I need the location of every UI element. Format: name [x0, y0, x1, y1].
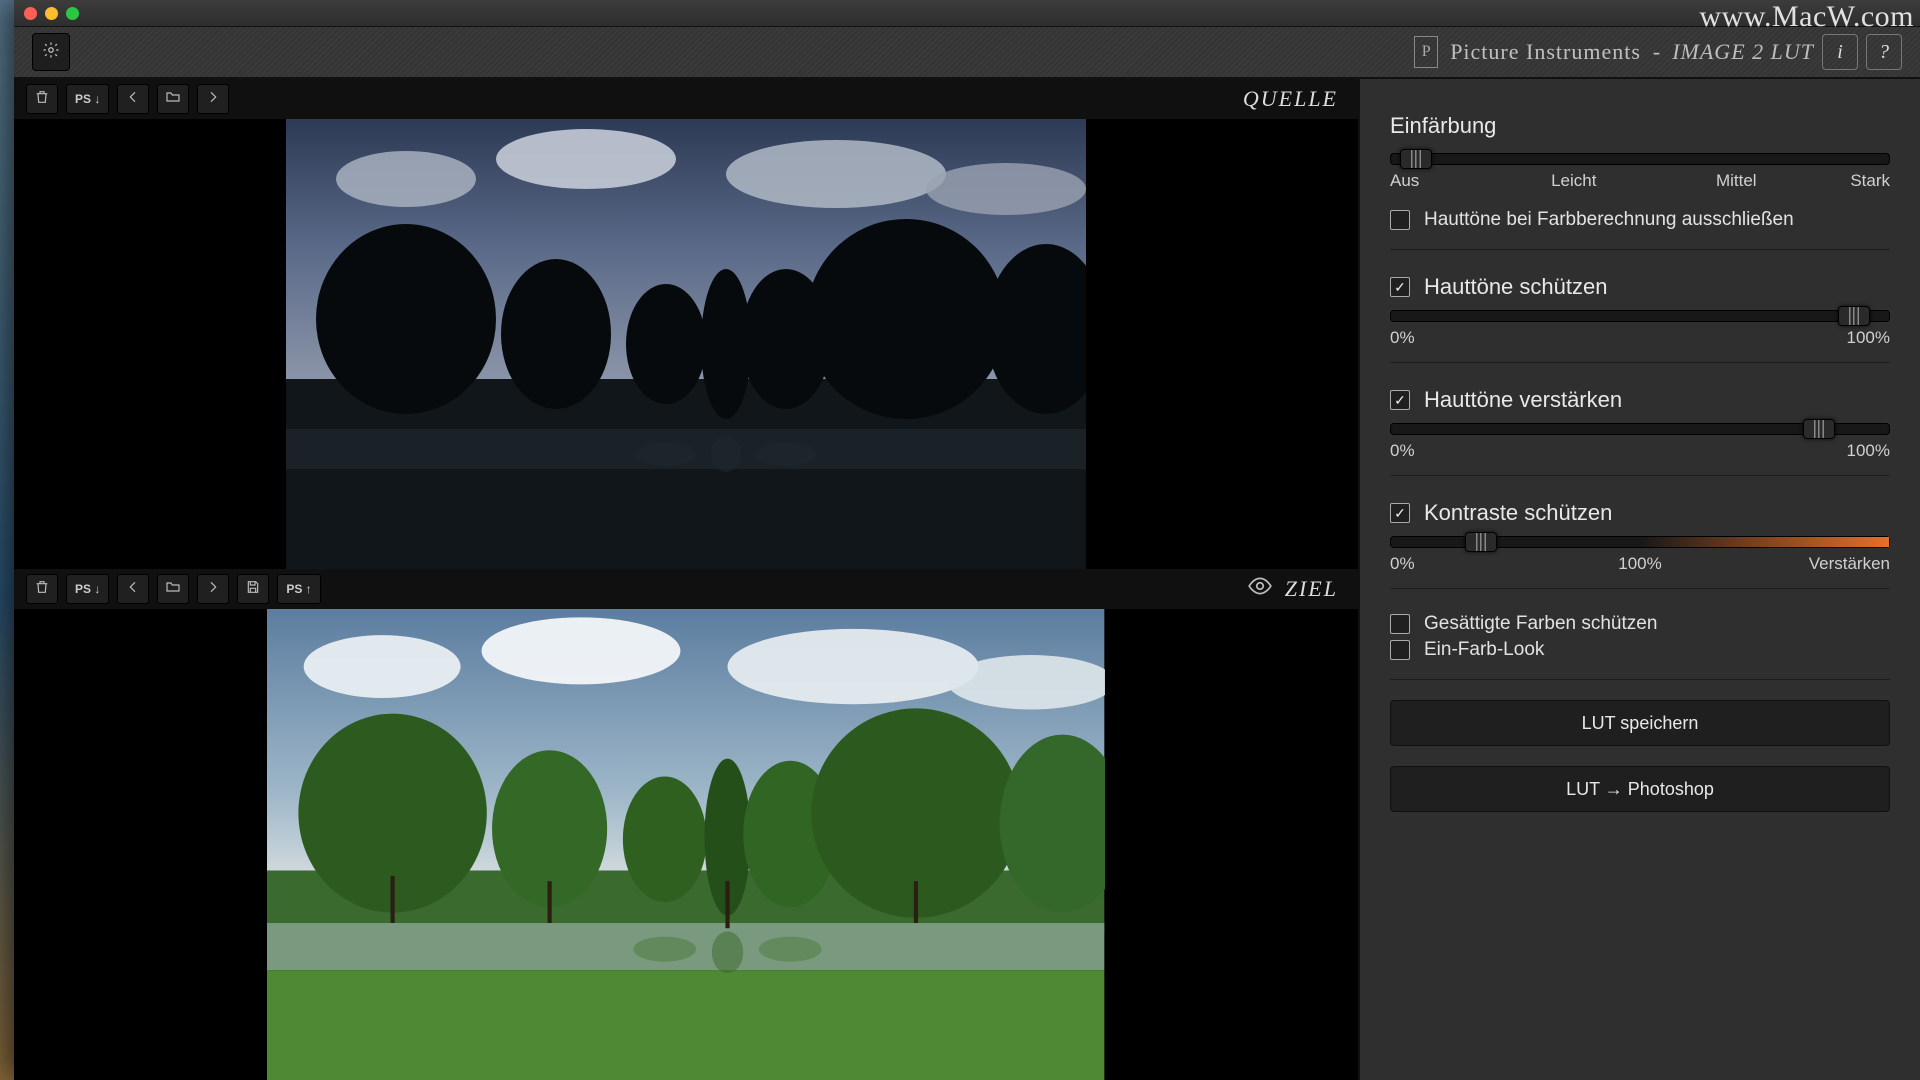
- exclude-skintones-label: Hauttöne bei Farbberechnung ausschließen: [1424, 209, 1794, 231]
- protect-saturated-label: Gesättigte Farben schützen: [1424, 613, 1657, 635]
- one-color-look-checkbox[interactable]: [1390, 640, 1410, 660]
- info-button[interactable]: i: [1822, 34, 1858, 70]
- slider-thumb-icon[interactable]: [1400, 149, 1432, 169]
- slider-thumb-icon[interactable]: [1838, 306, 1870, 326]
- target-open-button[interactable]: [157, 574, 189, 604]
- brand-product: image 2 lut: [1672, 39, 1814, 65]
- extra-options-group: Gesättigte Farben schützen Ein-Farb-Look: [1390, 595, 1890, 680]
- close-window-button[interactable]: [24, 7, 37, 20]
- target-to-photoshop-button[interactable]: PS ↑: [277, 574, 320, 604]
- target-image: [14, 609, 1358, 1080]
- app-window: www.MacW.com P Picture Instruments - ima…: [14, 0, 1920, 1080]
- target-title: Ziel: [1285, 576, 1338, 602]
- target-next-button[interactable]: [197, 574, 229, 604]
- boost-skin-group: Hauttöne verstärken 0% 100%: [1390, 369, 1890, 476]
- folder-icon: [165, 89, 181, 110]
- source-from-photoshop-button[interactable]: PS ↓: [66, 84, 109, 114]
- contrast-group: Kontraste schützen 0% 100% Verstärken: [1390, 482, 1890, 589]
- target-toolbar: PS ↓ PS ↑ Ziel: [14, 569, 1358, 609]
- brand-logo-icon: P: [1414, 36, 1438, 68]
- target-prev-button[interactable]: [117, 574, 149, 604]
- main-toolbar: P Picture Instruments - image 2 lut i ?: [14, 27, 1920, 79]
- source-open-button[interactable]: [157, 84, 189, 114]
- boost-skin-min: 0%: [1390, 441, 1415, 461]
- slider-thumb-icon[interactable]: [1465, 532, 1497, 552]
- traffic-lights: [24, 7, 79, 20]
- preview-toggle-button[interactable]: [1247, 573, 1273, 605]
- tint-slider-labels: Aus Leicht Mittel Stark: [1390, 171, 1890, 191]
- source-clear-button[interactable]: [26, 84, 58, 114]
- lut-to-photoshop-button[interactable]: LUT → Photoshop: [1390, 766, 1890, 812]
- contrast-mid: 100%: [1618, 554, 1661, 574]
- chevron-left-icon: [125, 579, 141, 600]
- save-icon: [245, 579, 261, 600]
- tint-label-strong: Stark: [1788, 171, 1891, 191]
- gear-icon: [42, 41, 60, 64]
- source-toolbar: PS ↓ Quelle: [14, 79, 1358, 119]
- boost-skin-title: Hauttöne verstärken: [1424, 387, 1622, 413]
- brand-sep: -: [1653, 39, 1660, 65]
- target-clear-button[interactable]: [26, 574, 58, 604]
- maximize-window-button[interactable]: [66, 7, 79, 20]
- contrast-max: Verstärken: [1809, 554, 1890, 574]
- source-prev-button[interactable]: [117, 84, 149, 114]
- sidebar: Einfärbung Aus Leicht Mittel Stark Hautt…: [1358, 79, 1920, 1080]
- exclude-skintones-checkbox[interactable]: [1390, 210, 1410, 230]
- trash-icon: [34, 579, 50, 600]
- boost-skin-checkbox[interactable]: [1390, 390, 1410, 410]
- boost-skin-max: 100%: [1847, 441, 1890, 461]
- one-color-look-label: Ein-Farb-Look: [1424, 639, 1544, 661]
- chevron-right-icon: [205, 579, 221, 600]
- target-from-photoshop-button[interactable]: PS ↓: [66, 574, 109, 604]
- protect-skin-title: Hauttöne schützen: [1424, 274, 1607, 300]
- tint-group: Einfärbung Aus Leicht Mittel Stark Hautt…: [1390, 99, 1890, 250]
- tint-label-mid: Mittel: [1625, 171, 1788, 191]
- source-image: [14, 119, 1358, 569]
- trash-icon: [34, 89, 50, 110]
- contrast-checkbox[interactable]: [1390, 503, 1410, 523]
- brand-name: Picture Instruments: [1450, 39, 1641, 65]
- contrast-labels: 0% 100% Verstärken: [1390, 554, 1890, 574]
- contrast-min: 0%: [1390, 554, 1415, 574]
- target-landscape-illustration: [267, 609, 1104, 1080]
- source-next-button[interactable]: [197, 84, 229, 114]
- tint-label-light: Leicht: [1493, 171, 1626, 191]
- protect-skin-max: 100%: [1847, 328, 1890, 348]
- chevron-right-icon: [205, 89, 221, 110]
- protect-saturated-checkbox[interactable]: [1390, 614, 1410, 634]
- folder-icon: [165, 579, 181, 600]
- titlebar: www.MacW.com: [14, 0, 1920, 27]
- save-lut-button[interactable]: LUT speichern: [1390, 700, 1890, 746]
- settings-button[interactable]: [32, 33, 70, 71]
- source-title: Quelle: [1243, 86, 1338, 112]
- target-save-button[interactable]: [237, 574, 269, 604]
- chevron-left-icon: [125, 89, 141, 110]
- protect-skin-slider[interactable]: [1390, 310, 1890, 322]
- protect-skin-min: 0%: [1390, 328, 1415, 348]
- protect-skin-group: Hauttöne schützen 0% 100%: [1390, 256, 1890, 363]
- boost-skin-labels: 0% 100%: [1390, 441, 1890, 461]
- brand: P Picture Instruments - image 2 lut: [1414, 36, 1814, 68]
- viewer-column: PS ↓ Quelle: [14, 79, 1358, 1080]
- main-area: PS ↓ Quelle: [14, 79, 1920, 1080]
- protect-skin-labels: 0% 100%: [1390, 328, 1890, 348]
- slider-thumb-icon[interactable]: [1803, 419, 1835, 439]
- tint-slider[interactable]: [1390, 153, 1890, 165]
- contrast-slider[interactable]: [1390, 536, 1890, 548]
- contrast-title: Kontraste schützen: [1424, 500, 1612, 526]
- tint-label-off: Aus: [1390, 171, 1493, 191]
- minimize-window-button[interactable]: [45, 7, 58, 20]
- protect-skin-checkbox[interactable]: [1390, 277, 1410, 297]
- tint-title: Einfärbung: [1390, 113, 1890, 139]
- help-button[interactable]: ?: [1866, 34, 1902, 70]
- source-landscape-illustration: [286, 119, 1086, 569]
- boost-skin-slider[interactable]: [1390, 423, 1890, 435]
